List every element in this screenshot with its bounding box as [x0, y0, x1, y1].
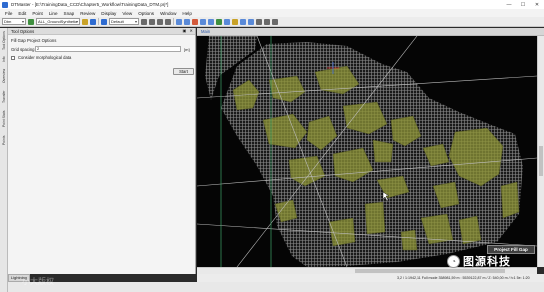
menu-window[interactable]: Window: [157, 11, 179, 16]
side-tab-points[interactable]: Points: [1, 132, 7, 148]
layers-icon[interactable]: [149, 18, 155, 25]
view-tab-main[interactable]: Main: [201, 29, 210, 34]
tool-icon[interactable]: [208, 18, 214, 25]
side-tab-tool-options[interactable]: Tool Options: [1, 30, 7, 52]
morph-data-label: Consider morphological data: [18, 55, 72, 60]
menu-line[interactable]: Line: [46, 11, 61, 16]
panel-title: Tool Options: [11, 28, 35, 34]
section-title: Fill Gap Project Options: [11, 38, 57, 43]
window-title: DTMaster - [E:\TrainingData_CCD\Chapter5…: [11, 2, 169, 7]
tool-icon[interactable]: [264, 18, 270, 25]
zoom-icon[interactable]: [157, 18, 163, 25]
display-icon[interactable]: [101, 18, 107, 25]
vertical-scroll-thumb[interactable]: [539, 146, 543, 176]
menu-file[interactable]: File: [2, 11, 15, 16]
class-color-icon[interactable]: [82, 18, 88, 25]
side-tab-info[interactable]: Info: [1, 54, 7, 64]
watermark-text: 图源科技: [463, 256, 511, 268]
grid-spacing-unit: [m]: [184, 46, 190, 52]
morph-data-checkbox[interactable]: [11, 55, 15, 60]
pan-icon[interactable]: [165, 18, 171, 25]
tool-icon[interactable]: [272, 18, 278, 25]
menu-edit[interactable]: Edit: [15, 11, 29, 16]
tool-icon[interactable]: [248, 18, 254, 25]
tool-icon[interactable]: [184, 18, 190, 25]
close-window-button[interactable]: ✕: [530, 0, 544, 9]
grid-spacing-label: Grid spacing: [11, 46, 35, 52]
menu-bar: File Edit Point Line Snap Review Display…: [0, 9, 544, 17]
tool-options-panel: Tool Options ▣ ✕ Fill Gap Project Option…: [8, 28, 196, 274]
side-tab-point-stats[interactable]: Point Stats: [1, 108, 7, 130]
status-bar: 3,2 / 1:1942,11 Full mode 358981,59 m : …: [197, 274, 544, 282]
point-class-select[interactable]: ALL_GroundSynthetic: [36, 18, 80, 25]
vertical-scrollbar[interactable]: [537, 36, 544, 267]
grid-spacing-row: Grid spacing 2 [m]: [11, 46, 192, 52]
toolbar-divider: [98, 18, 99, 25]
tool-icon[interactable]: [200, 18, 206, 25]
window-titlebar: DTMaster - [E:\TrainingData_CCD\Chapter5…: [0, 0, 544, 9]
refresh-icon[interactable]: [90, 18, 96, 25]
menu-help[interactable]: Help: [179, 11, 194, 16]
corner-watermark: 小大版权: [22, 277, 54, 286]
tool-icon[interactable]: [240, 18, 246, 25]
settings-icon[interactable]: [141, 18, 147, 25]
tool-icon[interactable]: [216, 18, 222, 25]
menu-options[interactable]: Options: [135, 11, 157, 16]
minimize-button[interactable]: —: [502, 0, 516, 9]
tool-icon[interactable]: [176, 18, 182, 25]
window-controls: — ☐ ✕: [502, 0, 544, 9]
maximize-button[interactable]: ☐: [516, 0, 530, 9]
panel-header: Tool Options ▣ ✕: [8, 28, 195, 35]
start-button[interactable]: Start: [173, 68, 194, 75]
morph-data-row: Consider morphological data: [11, 55, 192, 60]
point-cloud-canvas[interactable]: [197, 36, 537, 267]
side-tab-transfer[interactable]: Transfer: [1, 88, 7, 106]
tool-icon[interactable]: [256, 18, 262, 25]
display-style-select[interactable]: Default: [109, 18, 139, 25]
tool-icon[interactable]: [224, 18, 230, 25]
pin-icon[interactable]: ▣: [183, 28, 187, 33]
watermark-logo-icon: ◔: [447, 254, 460, 268]
close-icon[interactable]: ✕: [189, 28, 193, 33]
grid-spacing-input[interactable]: 2: [35, 46, 181, 52]
menu-snap[interactable]: Snap: [61, 11, 78, 16]
menu-view[interactable]: View: [119, 11, 135, 16]
watermark: ◔ 图源科技: [447, 252, 544, 270]
tool-icon[interactable]: [232, 18, 238, 25]
side-tab-overview[interactable]: Overview: [1, 66, 7, 86]
menu-review[interactable]: Review: [77, 11, 98, 16]
side-tab-strip: Tool Options Info Overview Transfer Poin…: [0, 28, 8, 292]
app-logo-icon: [2, 1, 8, 8]
toolbar-divider: [173, 18, 174, 25]
visible-toggle-icon[interactable]: [28, 18, 34, 25]
tool-icon[interactable]: [192, 18, 198, 25]
bottom-strip: [196, 282, 544, 292]
view-tab-bar: Main: [197, 28, 544, 36]
layer-type-select[interactable]: Dtm: [2, 18, 26, 25]
main-toolbar: Dtm ALL_GroundSynthetic Default: [0, 17, 544, 27]
menu-display[interactable]: Display: [98, 11, 119, 16]
menu-point[interactable]: Point: [29, 11, 45, 16]
map-view[interactable]: [197, 36, 537, 267]
